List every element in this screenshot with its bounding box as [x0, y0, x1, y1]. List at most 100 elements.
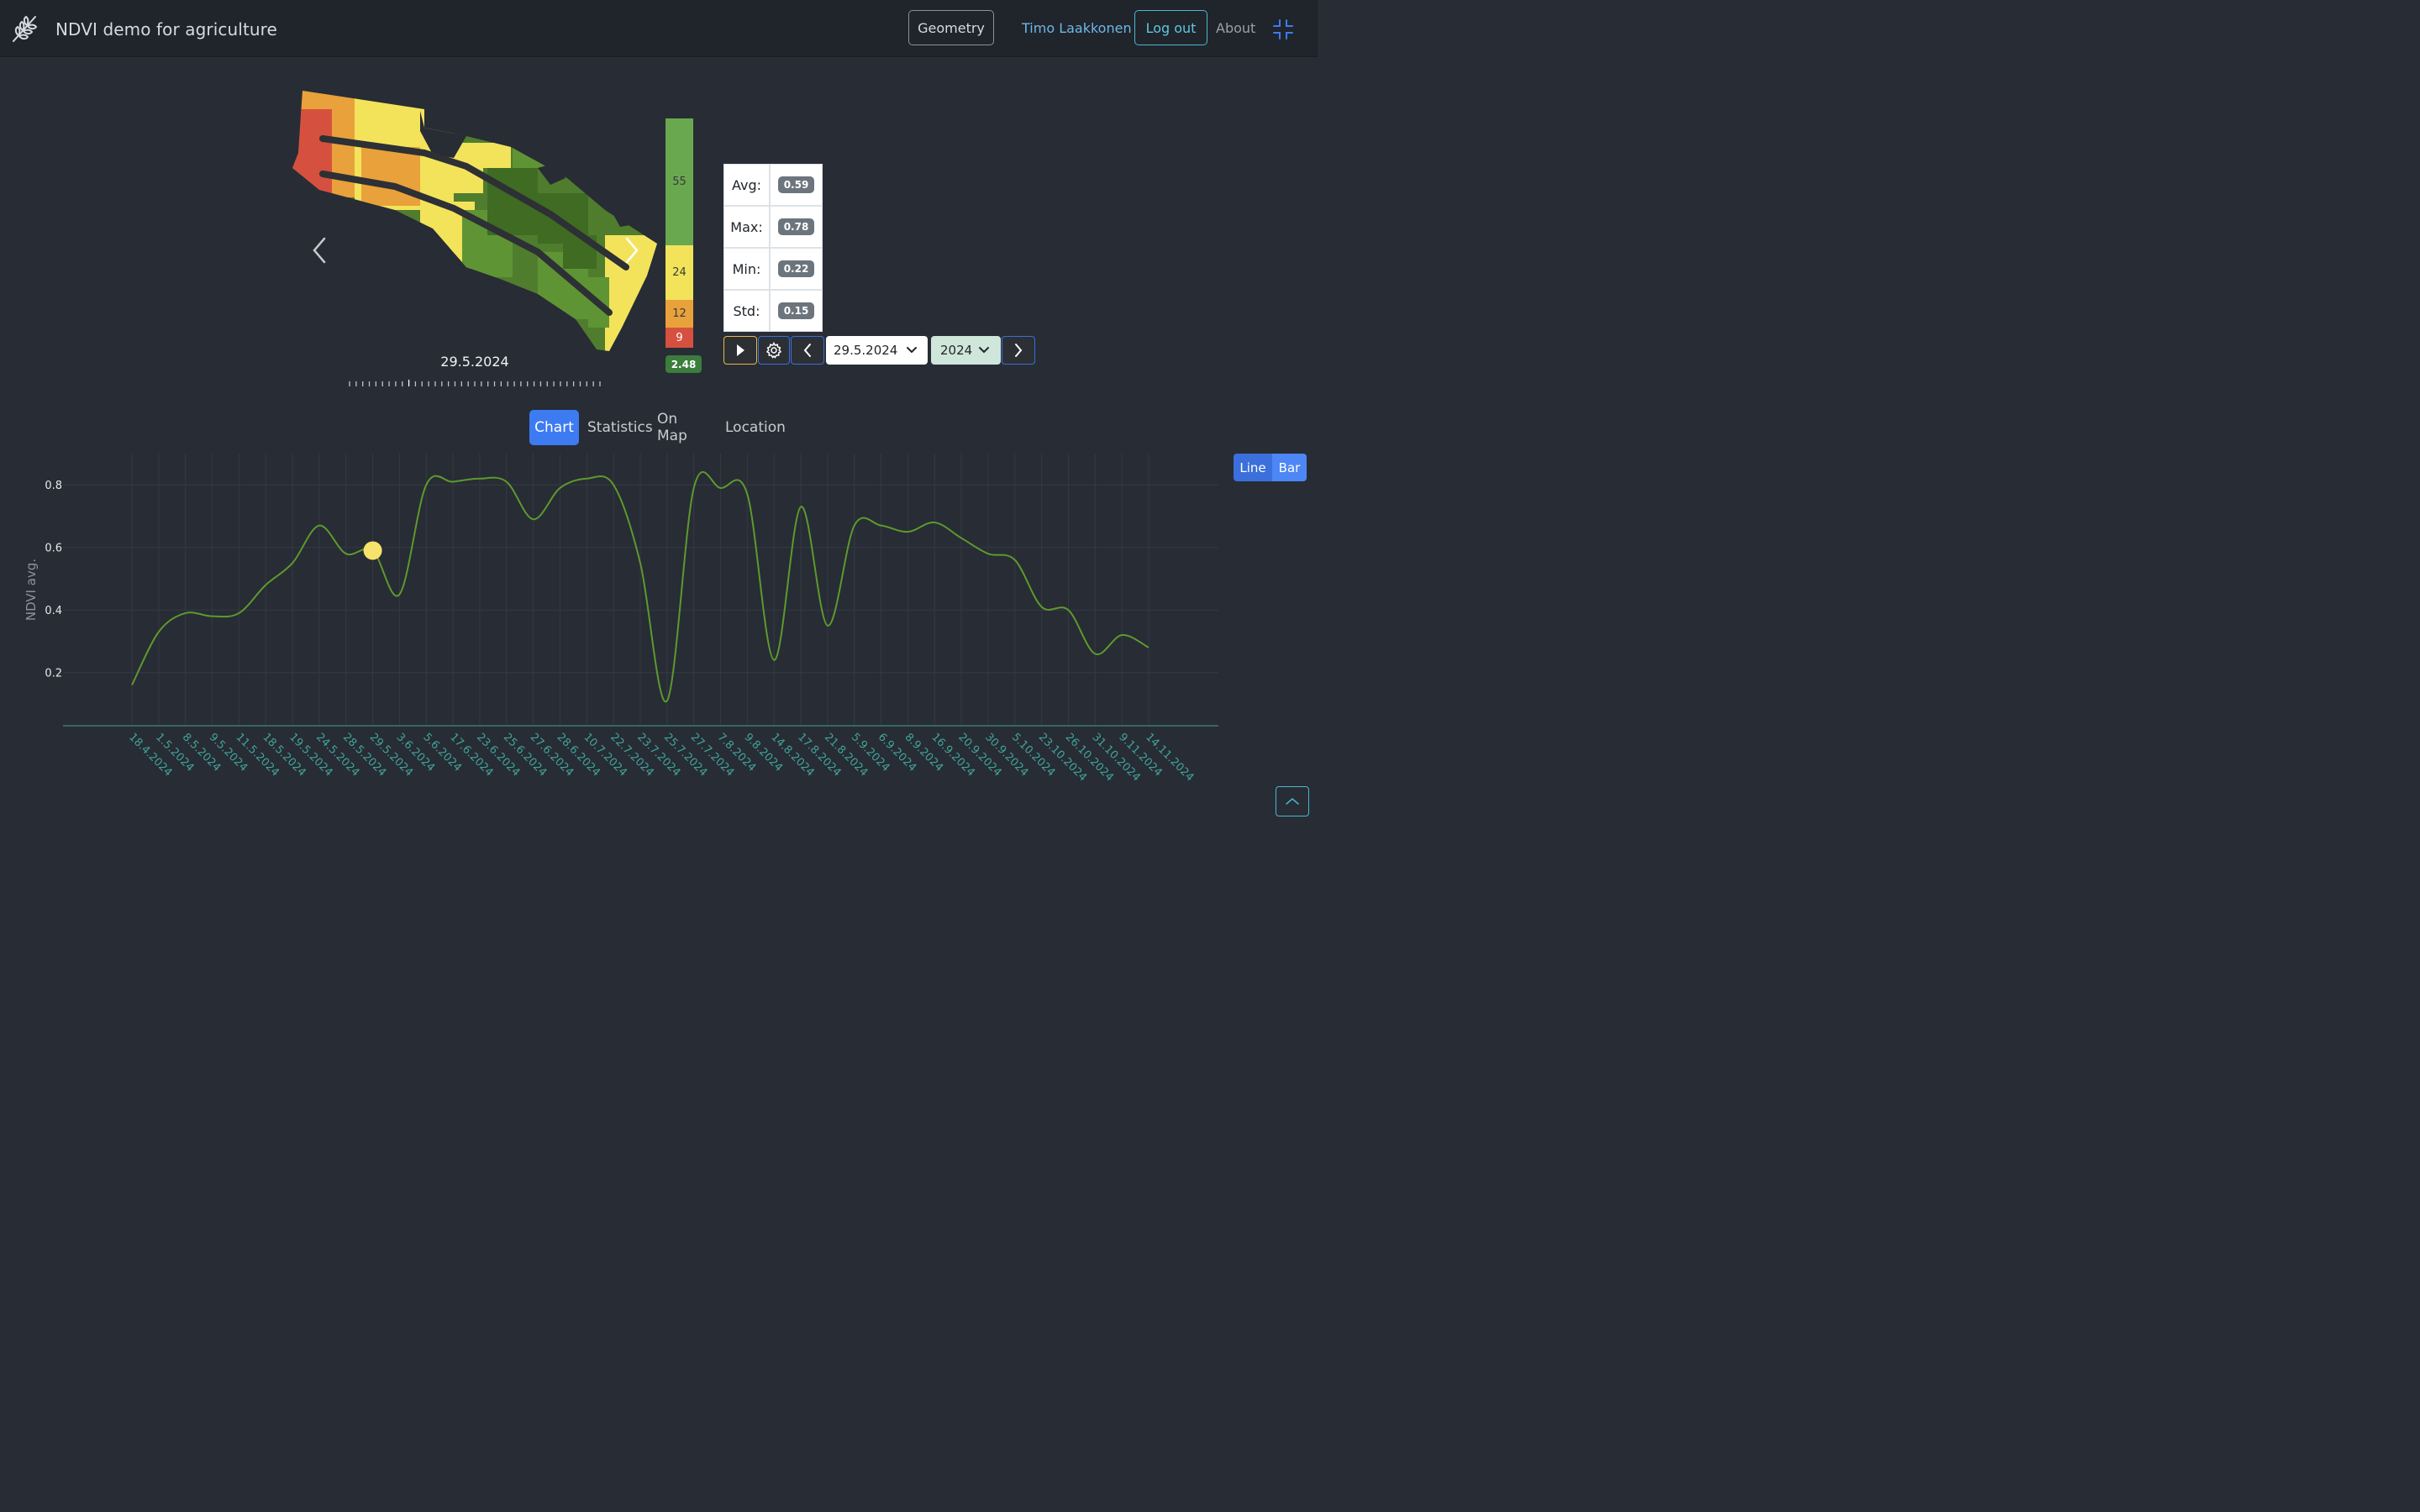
- carousel-next-icon[interactable]: [620, 234, 642, 267]
- min-badge: 0.22: [777, 260, 815, 277]
- data-point[interactable]: [611, 482, 616, 487]
- data-point[interactable]: [1119, 633, 1124, 638]
- data-point[interactable]: [665, 698, 670, 703]
- data-point[interactable]: [477, 476, 482, 481]
- date-select-value: 29.5.2024: [834, 343, 898, 358]
- data-point[interactable]: [210, 614, 215, 619]
- data-point[interactable]: [156, 629, 161, 634]
- about-link[interactable]: About: [1216, 20, 1255, 36]
- data-point[interactable]: [692, 486, 697, 491]
- settings-button[interactable]: [758, 336, 790, 365]
- chevron-up-icon: [1286, 798, 1299, 805]
- legend-segment-mid: 24: [666, 245, 693, 300]
- y-tick-label: 0.8: [45, 480, 62, 492]
- stats-table: Avg: 0.59 Max: 0.78 Min: 0.22 Std: 0.15: [723, 164, 823, 332]
- stats-label: Max:: [723, 206, 770, 248]
- data-point[interactable]: [1013, 558, 1018, 563]
- ndvi-field-map[interactable]: [286, 84, 664, 361]
- gear-icon: [765, 342, 782, 359]
- legend-count: 12: [672, 307, 687, 320]
- exit-fullscreen-icon[interactable]: [1272, 18, 1294, 40]
- data-point[interactable]: [718, 486, 723, 491]
- tab-chart[interactable]: Chart: [529, 410, 579, 445]
- stats-value-cell: 0.22: [770, 248, 823, 290]
- y-tick-label: 0.4: [45, 605, 62, 617]
- data-point[interactable]: [504, 480, 509, 485]
- y-tick-label: 0.6: [45, 543, 62, 555]
- data-point[interactable]: [905, 529, 910, 534]
- legend-total-badge: 2.48: [666, 355, 702, 373]
- ndvi-legend-bar: 55 24 12 9: [666, 118, 693, 348]
- legend-segment-low: 12: [666, 300, 693, 328]
- stats-value-cell: 0.15: [770, 290, 823, 332]
- data-point[interactable]: [771, 658, 776, 663]
- data-point[interactable]: [183, 611, 188, 616]
- data-point[interactable]: [932, 520, 937, 525]
- geometry-button[interactable]: Geometry: [908, 10, 994, 45]
- y-tick-label: 0.2: [45, 668, 62, 680]
- data-point[interactable]: [744, 491, 750, 496]
- data-point[interactable]: [1146, 645, 1151, 650]
- data-point[interactable]: [344, 551, 349, 556]
- avg-badge: 0.59: [777, 176, 815, 193]
- data-point[interactable]: [290, 560, 295, 565]
- data-point[interactable]: [825, 623, 830, 628]
- map-date-label: 29.5.2024: [440, 354, 509, 370]
- std-badge: 0.15: [777, 302, 815, 319]
- data-point[interactable]: [986, 551, 991, 556]
- carousel-prev-icon[interactable]: [309, 234, 331, 267]
- data-point[interactable]: [1065, 607, 1071, 612]
- date-select[interactable]: 29.5.2024: [826, 336, 928, 365]
- data-point[interactable]: [129, 683, 134, 688]
- next-date-button[interactable]: [1002, 336, 1035, 365]
- year-select[interactable]: 2024: [931, 336, 1001, 365]
- legend-segment-verylow: 9: [666, 328, 693, 348]
- data-point[interactable]: [450, 480, 455, 485]
- y-axis-label: NDVI avg.: [24, 559, 39, 621]
- data-point[interactable]: [798, 504, 803, 509]
- data-point[interactable]: [852, 523, 857, 528]
- stats-row-min: Min: 0.22: [723, 248, 823, 290]
- data-point[interactable]: [531, 517, 536, 522]
- data-point[interactable]: [557, 486, 562, 491]
- chevron-down-icon: [907, 347, 917, 354]
- scroll-to-top-button[interactable]: [1276, 786, 1309, 816]
- ndvi-line-chart[interactable]: 0.80.60.40.2NDVI avg.18.4.20241.5.20248.…: [0, 445, 1318, 790]
- data-point[interactable]: [424, 482, 429, 487]
- data-point[interactable]: [317, 523, 322, 528]
- user-name-link[interactable]: Timo Laakkonen: [1022, 20, 1132, 36]
- data-point[interactable]: [1039, 604, 1044, 609]
- legend-segment-high: 55: [666, 118, 693, 245]
- wheat-logo-icon[interactable]: [10, 12, 40, 44]
- data-point[interactable]: [236, 611, 241, 616]
- max-badge: 0.78: [777, 218, 815, 235]
- stats-label: Avg:: [723, 164, 770, 206]
- play-button[interactable]: [723, 336, 757, 365]
- data-point[interactable]: [1092, 651, 1097, 656]
- data-point[interactable]: [879, 523, 884, 528]
- legend-count: 24: [672, 266, 687, 279]
- app-title[interactable]: NDVI demo for agriculture: [55, 19, 277, 39]
- selected-data-point[interactable]: [363, 541, 382, 560]
- data-point[interactable]: [397, 592, 402, 597]
- tab-on-map[interactable]: On Map: [657, 410, 687, 445]
- chevron-left-icon: [803, 344, 811, 357]
- tab-location[interactable]: Location: [725, 410, 786, 445]
- year-select-value: 2024: [940, 343, 973, 358]
- logout-button[interactable]: Log out: [1134, 10, 1207, 45]
- data-point[interactable]: [584, 476, 589, 481]
- chevron-right-icon: [1015, 344, 1023, 357]
- play-icon: [737, 344, 744, 356]
- legend-count: 55: [672, 176, 687, 188]
- data-point[interactable]: [638, 560, 643, 565]
- stats-label: Min:: [723, 248, 770, 290]
- stats-value-cell: 0.78: [770, 206, 823, 248]
- chevron-down-icon: [979, 347, 989, 354]
- stats-value-cell: 0.59: [770, 164, 823, 206]
- previous-date-button[interactable]: [791, 336, 824, 365]
- data-point[interactable]: [263, 582, 268, 587]
- timeline-indicators[interactable]: [348, 380, 602, 388]
- tab-statistics[interactable]: Statistics: [587, 410, 653, 445]
- navbar: NDVI demo for agriculture Geometry Timo …: [0, 0, 1318, 57]
- data-point[interactable]: [959, 536, 964, 541]
